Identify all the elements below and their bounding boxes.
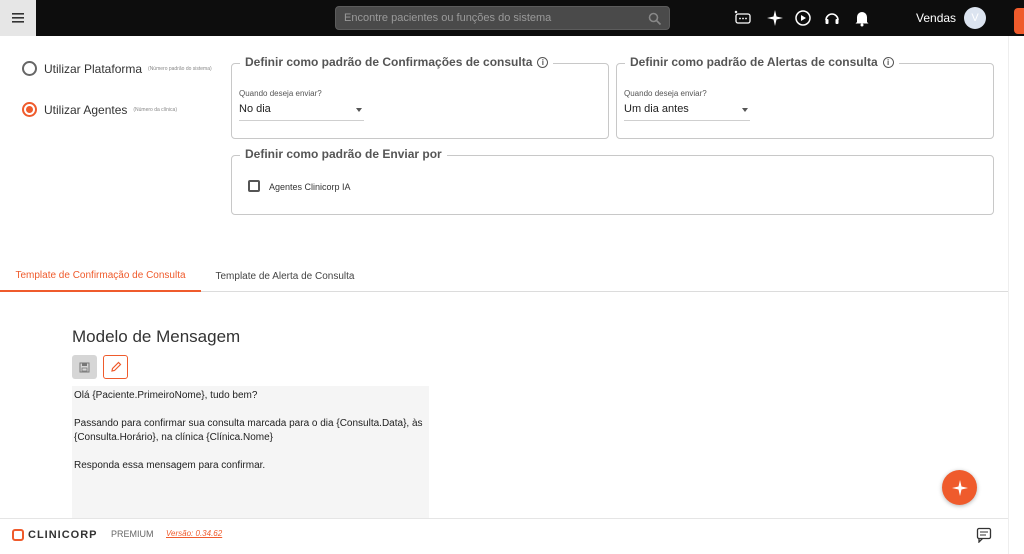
alerts-legend-text: Definir como padrão de Alertas de consul… [630,55,878,69]
agents-radio[interactable] [22,102,37,117]
alerts-field-label: Quando deseja enviar? [624,89,707,98]
edit-button[interactable] [103,355,128,379]
plan-label: PREMIUM [111,529,154,539]
sparkle-icon[interactable] [765,8,785,28]
ai-assistant-fab[interactable] [942,470,977,505]
send-by-legend: Definir como padrão de Enviar por [240,147,447,161]
top-bar: Vendas V [0,0,1008,36]
option-agents[interactable]: Utilizar Agentes (Número da clínica) [22,102,177,117]
logo-icon [12,529,24,541]
chevron-down-icon [356,108,362,112]
platform-note: (Número padrão do sistema) [148,65,212,72]
confirmations-legend: Definir como padrão de Confirmações de c… [240,55,554,69]
scrollbar-track[interactable] [1008,36,1024,554]
brand-name: CLINICORP [28,529,98,541]
tab-alert-template[interactable]: Template de Alerta de Consulta [201,260,369,292]
message-template-text[interactable]: Olá {Paciente.PrimeiroNome}, tudo bem? P… [72,386,429,518]
user-avatar[interactable]: V [964,7,986,29]
info-icon[interactable]: i [537,56,549,68]
alerts-legend: Definir como padrão de Alertas de consul… [625,55,899,69]
pencil-icon [110,361,121,372]
platform-radio[interactable] [22,61,37,76]
agents-ia-label: Agentes Clinicorp IA [269,182,351,192]
confirmations-legend-text: Definir como padrão de Confirmações de c… [245,55,533,69]
user-name[interactable]: Vendas [916,11,956,25]
search-input[interactable] [344,10,644,26]
ai-chat-icon[interactable] [733,8,753,28]
save-button[interactable] [72,355,97,379]
save-icon [79,362,90,372]
confirmations-fieldset: Definir como padrão de Confirmações de c… [231,55,609,139]
hamburger-menu-button[interactable] [0,0,36,36]
alerts-fieldset: Definir como padrão de Alertas de consul… [616,55,994,139]
notifications-bell-icon[interactable] [852,8,872,28]
confirmations-when-select[interactable]: No dia [239,101,364,121]
agents-note: (Número da clínica) [133,106,178,113]
side-panel-tab[interactable] [1014,8,1024,34]
sparkle-icon [951,479,968,496]
confirmations-field-label: Quando deseja enviar? [239,89,322,98]
info-icon[interactable]: i [882,56,894,68]
clinicorp-logo: CLINICORP [12,529,98,541]
tab-confirmation-template[interactable]: Template de Confirmação de Consulta [0,260,201,292]
play-circle-icon[interactable] [793,8,813,28]
alerts-when-value: Um dia antes [624,103,689,115]
chat-icon[interactable] [976,527,992,543]
template-tabs: Template de Confirmação de Consulta Temp… [0,260,1008,292]
search-bar[interactable] [335,6,670,30]
alerts-when-select[interactable]: Um dia antes [624,101,750,121]
confirmations-when-value: No dia [239,103,271,115]
chevron-down-icon [742,108,748,112]
agents-label: Utilizar Agentes [44,102,128,117]
send-by-fieldset: Definir como padrão de Enviar por Agente… [231,147,994,215]
footer: CLINICORP PREMIUM Versão: 0.34.62 [0,518,1008,554]
search-icon[interactable] [647,11,663,27]
option-platform[interactable]: Utilizar Plataforma (Número padrão do si… [22,61,212,76]
message-template-title: Modelo de Mensagem [72,327,241,346]
menu-icon [12,13,24,23]
agents-ia-checkbox[interactable] [248,180,260,192]
version-link[interactable]: Versão: 0.34.62 [166,529,222,538]
platform-label: Utilizar Plataforma [44,61,143,76]
support-headset-icon[interactable] [822,8,842,28]
